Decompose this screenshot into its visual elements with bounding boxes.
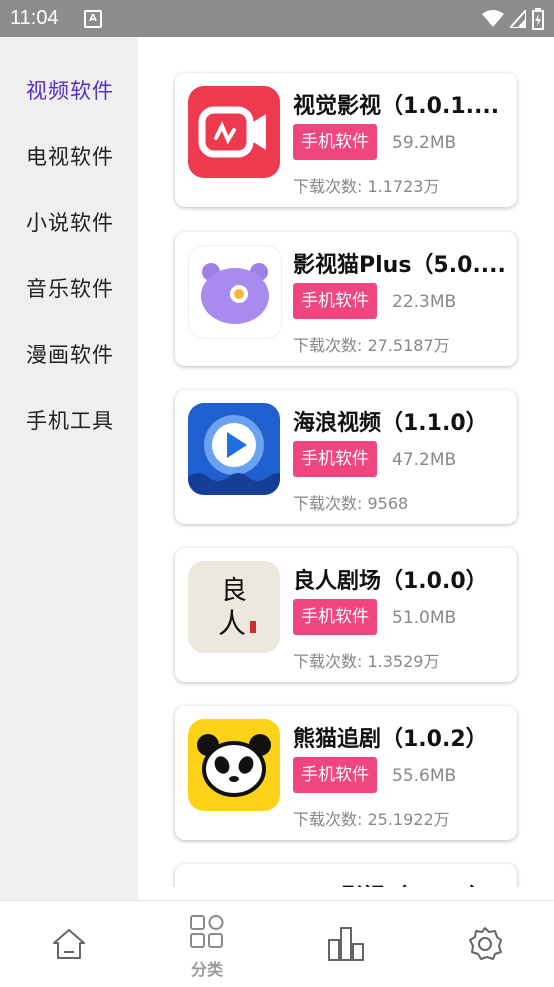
app-card[interactable]: 海浪视频（1.1.0） 手机软件 47.2MB 下载次数: 9568 bbox=[175, 390, 517, 524]
sidebar-item-music[interactable]: 音乐软件 bbox=[26, 273, 114, 303]
app-card[interactable]: 熊猫追剧（1.0.2） 手机软件 55.6MB 下载次数: 25.1922万 bbox=[175, 706, 517, 840]
app-downloads: 下载次数: 1.1723万 bbox=[293, 177, 440, 196]
app-title: ZZZ影视（2.7.0） bbox=[293, 879, 509, 887]
app-downloads: 下载次数: 27.5187万 bbox=[293, 336, 450, 355]
app-card[interactable]: 良 人 良人剧场（1.0.0） 手机软件 51.0MB 下载次数: 1.3529… bbox=[175, 548, 517, 682]
sidebar-item-tv[interactable]: 电视软件 bbox=[26, 141, 114, 171]
svg-text:人: 人 bbox=[218, 607, 246, 640]
video-camera-icon bbox=[188, 86, 280, 178]
play-wave-icon bbox=[188, 403, 280, 495]
wifi-icon bbox=[482, 10, 504, 27]
app-category-tag: 手机软件 bbox=[293, 283, 377, 319]
home-icon bbox=[53, 929, 85, 959]
app-card[interactable]: ZZZ影视（2.7.0） bbox=[175, 864, 517, 887]
battery-icon bbox=[532, 8, 544, 30]
app-category-tag: 手机软件 bbox=[293, 124, 377, 160]
sidebar-item-comic[interactable]: 漫画软件 bbox=[26, 339, 114, 369]
app-title: 视觉影视（1.0.1.... bbox=[293, 94, 500, 119]
gear-icon bbox=[469, 927, 502, 960]
app-downloads: 下载次数: 25.1922万 bbox=[293, 810, 450, 829]
sidebar-item-video[interactable]: 视频软件 bbox=[26, 75, 114, 105]
app-card[interactable]: 影视猫Plus（5.0.... 手机软件 22.3MB 下载次数: 27.518… bbox=[175, 232, 517, 366]
app-category-tag: 手机软件 bbox=[293, 441, 377, 477]
cat-face-icon bbox=[188, 245, 282, 339]
app-size: 22.3MB bbox=[392, 292, 457, 312]
app-category-tag: 手机软件 bbox=[293, 599, 377, 635]
app-size: 55.6MB bbox=[392, 766, 457, 786]
app-list[interactable]: 视觉影视（1.0.1.... 手机软件 59.2MB 下载次数: 1.1723万… bbox=[138, 37, 554, 887]
app-downloads: 下载次数: 1.3529万 bbox=[293, 652, 440, 671]
a-icon: A bbox=[84, 10, 102, 28]
app-size: 47.2MB bbox=[392, 450, 457, 470]
nav-category-label: 分类 bbox=[190, 960, 223, 979]
nav-settings[interactable] bbox=[416, 901, 554, 987]
nav-ranking[interactable] bbox=[277, 901, 415, 987]
svg-text:良: 良 bbox=[221, 576, 247, 606]
status-icons bbox=[482, 7, 544, 31]
bottom-navigation: 分类 bbox=[0, 900, 554, 987]
nav-category[interactable]: 分类 bbox=[138, 901, 276, 987]
sidebar-item-tools[interactable]: 手机工具 bbox=[26, 405, 114, 435]
status-bar: 11:04 A bbox=[0, 0, 554, 37]
app-size: 59.2MB bbox=[392, 133, 457, 153]
grid-icon bbox=[190, 915, 224, 948]
app-title: 良人剧场（1.0.0） bbox=[293, 569, 488, 594]
panda-icon bbox=[188, 719, 280, 811]
status-time: 11:04 bbox=[10, 7, 59, 29]
app-title: 影视猫Plus（5.0.... bbox=[293, 253, 506, 278]
app-downloads: 下载次数: 9568 bbox=[293, 494, 409, 513]
bar-chart-icon bbox=[328, 927, 364, 961]
nav-home[interactable] bbox=[0, 901, 138, 987]
signal-icon bbox=[510, 10, 526, 28]
category-sidebar: 视频软件 电视软件 小说软件 音乐软件 漫画软件 手机工具 bbox=[0, 37, 138, 900]
calligraphy-icon: 良 人 bbox=[188, 561, 280, 653]
app-card[interactable]: 视觉影视（1.0.1.... 手机软件 59.2MB 下载次数: 1.1723万 bbox=[175, 73, 517, 207]
app-title: 海浪视频（1.1.0） bbox=[293, 411, 488, 436]
app-title: 熊猫追剧（1.0.2） bbox=[293, 727, 488, 752]
sidebar-item-novel[interactable]: 小说软件 bbox=[26, 207, 114, 237]
app-size: 51.0MB bbox=[392, 608, 457, 628]
app-category-tag: 手机软件 bbox=[293, 757, 377, 793]
